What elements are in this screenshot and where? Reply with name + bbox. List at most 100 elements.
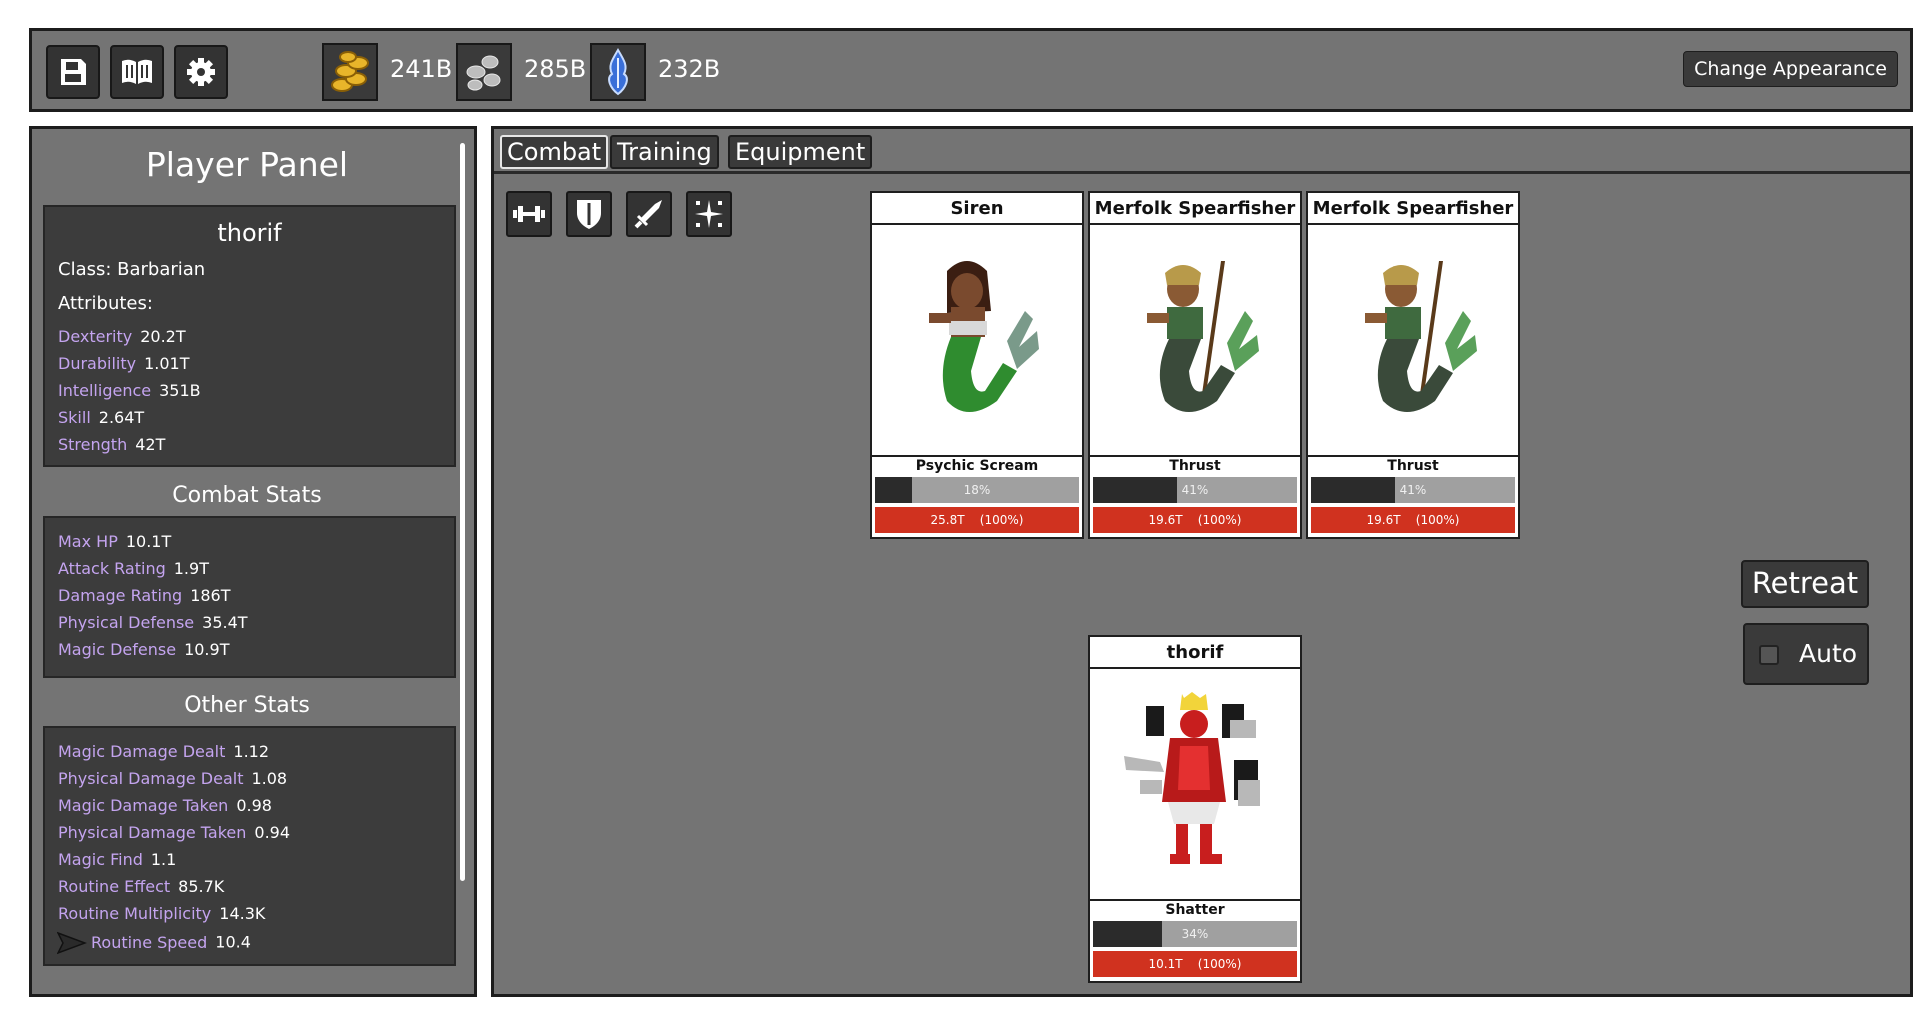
stat-name: Skill [58,408,91,427]
combat-stat-row: Attack Rating 1.9T [58,559,209,578]
hp-bar: 25.8T (100%) [875,507,1079,533]
journal-button[interactable] [110,45,164,99]
stat-name: Magic Damage Dealt [58,742,226,761]
stat-value: 0.98 [236,796,272,815]
mana-value: 232B [658,55,721,83]
hp-bar: 19.6T (100%) [1311,507,1515,533]
stat-name: Magic Find [58,850,143,869]
attributes-label: Attributes: [58,293,153,314]
barbarian-sprite-icon [1124,692,1260,864]
player-panel: Player Panel thorif Class: Barbarian Att… [29,126,477,997]
stat-value: 35.4T [202,613,248,632]
stat-value: 10.4 [215,932,251,952]
save-button[interactable] [46,45,100,99]
other-stat-row: Routine Effect 85.7K [58,877,224,896]
change-appearance-button[interactable]: Change Appearance [1683,51,1898,87]
attack-skill-button[interactable] [626,191,672,237]
stat-value: 0.94 [254,823,291,842]
stat-value: 186T [190,586,231,605]
other-stats-box: Magic Damage Dealt 1.12 Physical Damage D… [43,726,456,966]
stat-name: Intelligence [58,381,152,400]
stat-name: Strength [58,435,128,454]
enemy-card[interactable]: Merfolk Spearfisher Thrust 41% 19.6T (10… [1088,191,1302,539]
save-icon [61,59,86,85]
stat-name: Routine Speed [91,932,208,952]
stat-name: Attack Rating [58,559,166,578]
player-card-name: thorif [1090,637,1300,669]
other-stat-row: Magic Find 1.1 [58,850,176,869]
stat-value: 10.9T [184,640,230,659]
enemy-portrait [872,227,1082,455]
settings-button[interactable] [174,45,228,99]
stat-value: 85.7K [178,877,225,896]
other-stat-row: Physical Damage Taken 0.94 [58,823,290,842]
defense-skill-button[interactable] [566,191,612,237]
stat-value: 1.08 [251,769,288,788]
player-portrait [1090,671,1300,899]
tab-combat[interactable]: Combat [500,135,609,169]
shield-icon [577,200,601,229]
player-name: thorif [217,219,282,247]
attribute-row: Durability 1.01T [58,354,189,373]
auto-label: Auto [1799,639,1858,668]
other-stat-row: Routine Speed 10.4 [56,931,251,955]
skill-progress-label: 41% [1399,483,1427,497]
mana-icon [608,48,628,96]
player-panel-title: Player Panel [145,145,349,184]
stat-name: Dexterity [58,327,133,346]
gold-resource [322,43,378,101]
other-stat-row: Magic Damage Dealt 1.12 [58,742,269,761]
enemy-card[interactable]: Siren Psychic Scream 18% 25.8T (100%) [870,191,1084,539]
stone-resource [456,43,512,101]
stat-value: 42T [135,435,166,454]
combat-stats-title: Combat Stats [172,483,322,508]
auto-toggle-button[interactable]: Auto [1743,623,1869,685]
stat-value: 2.64T [98,408,145,427]
gold-value: 241B [390,55,453,83]
combat-area: Combat Training Equipment Siren Psychic … [491,126,1913,997]
stat-name: Durability [58,354,137,373]
attribute-row: Strength 42T [58,435,165,454]
tab-training[interactable]: Training [610,135,719,169]
skill-progress-bar: 41% [1311,477,1515,503]
enemy-portrait [1090,227,1300,455]
magic-skill-button[interactable] [686,191,732,237]
dumbbell-icon [513,206,545,222]
stat-value: 351B [159,381,201,400]
strength-skill-button[interactable] [506,191,552,237]
hp-bar: 10.1T (100%) [1093,951,1297,977]
player-card[interactable]: thorif Shatter 34% 10.1T (100%) [1088,635,1302,983]
stat-value: 1.1 [150,850,177,869]
stone-value: 285B [524,55,587,83]
enemy-name: Siren [872,193,1082,225]
tab-bar: Combat Training Equipment [494,129,1910,174]
combat-stats-box: Max HP 10.1T Attack Rating 1.9T Damage Rat… [43,516,456,678]
book-icon [122,59,152,84]
stat-name: Physical Damage Taken [58,823,247,842]
other-stat-row: Magic Damage Taken 0.98 [58,796,272,815]
stat-value: 20.2T [140,327,186,346]
mana-resource [590,43,646,101]
enemy-name: Merfolk Spearfisher [1308,193,1518,225]
skill-progress-label: 18% [963,483,991,497]
gold-coins-icon [331,51,369,92]
combat-stat-row: Max HP 10.1T [58,532,171,551]
stat-value: 1.12 [233,742,270,761]
stat-name: Routine Multiplicity [58,904,212,923]
enemy-name: Merfolk Spearfisher [1090,193,1300,225]
mouse-cursor-icon [56,931,88,955]
enemy-card[interactable]: Merfolk Spearfisher Thrust 41% 19.6T (10… [1306,191,1520,539]
other-stat-row: Physical Damage Dealt 1.08 [58,769,287,788]
player-skill-name: Shatter [1090,899,1300,919]
other-stat-row: Routine Multiplicity 14.3K [58,904,265,923]
skill-progress-bar: 34% [1093,921,1297,947]
auto-checkbox[interactable] [1759,645,1779,665]
stat-name: Max HP [58,532,118,551]
retreat-button[interactable]: Retreat [1741,560,1869,608]
top-toolbar: 241B 285B 232B Change Appearance [29,28,1913,112]
stat-name: Routine Effect [58,877,171,896]
tab-equipment[interactable]: Equipment [728,135,873,169]
merfolk-sprite-icon [1147,261,1259,412]
skill-progress-label: 41% [1181,483,1209,497]
player-panel-scrollbar[interactable] [460,143,465,881]
